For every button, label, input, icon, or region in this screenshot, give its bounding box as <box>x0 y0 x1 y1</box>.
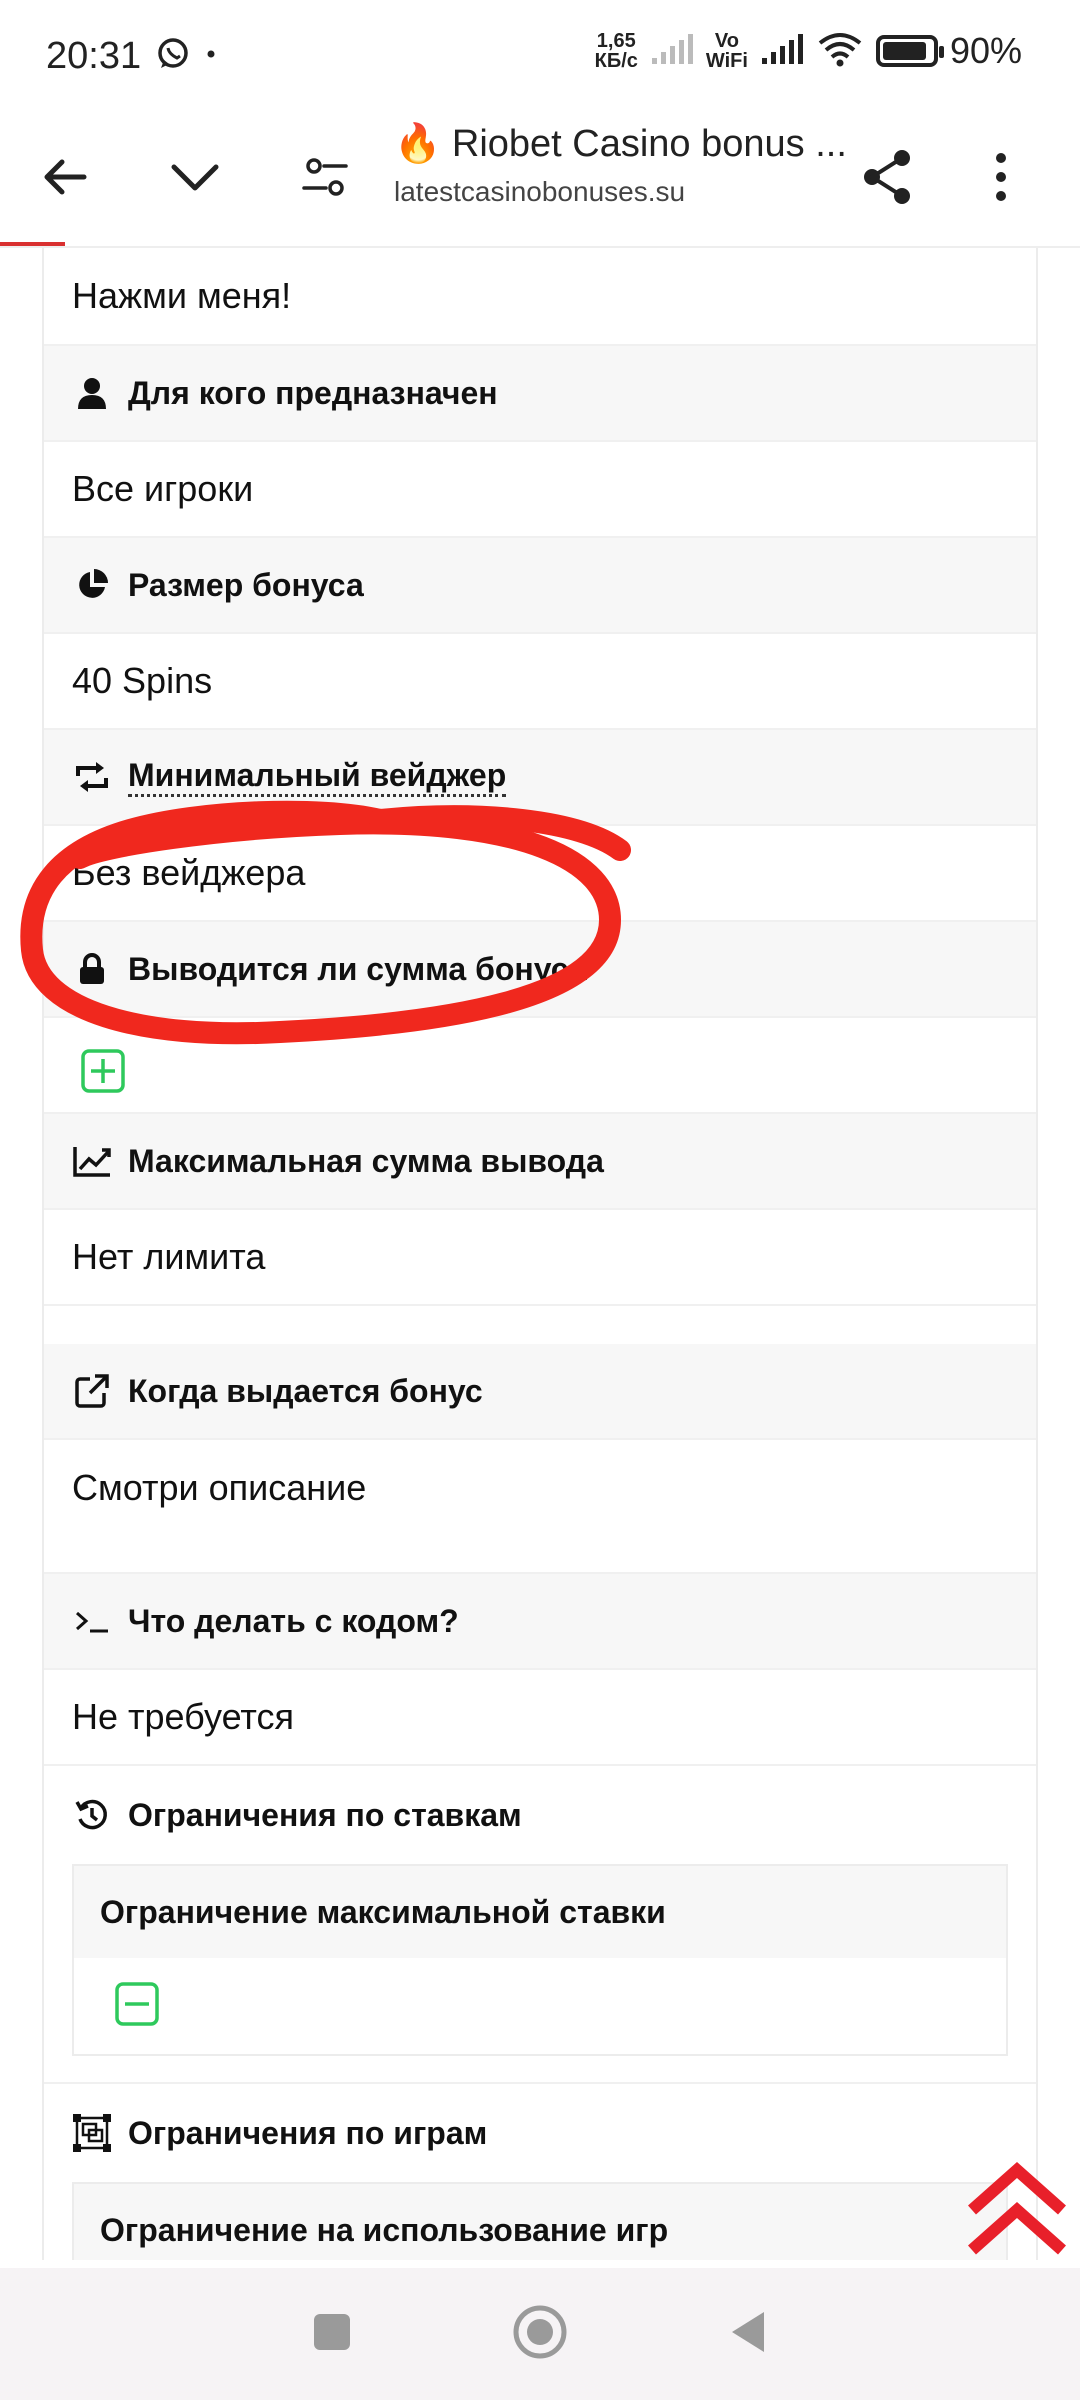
pie-chart-icon <box>72 565 112 605</box>
net-speed-value: 1,65 <box>596 30 636 52</box>
press-me-button[interactable]: Нажми меня! <box>44 248 1036 346</box>
section-heading-audience: Для кого предназначен <box>44 346 1036 442</box>
spacer <box>44 1536 1036 1574</box>
section-heading-label: Максимальная сумма вывода <box>128 1142 604 1179</box>
object-group-icon <box>72 2113 112 2153</box>
vowifi-label: Vo WiFi <box>706 31 748 71</box>
battery-icon <box>875 35 944 67</box>
chevron-down-icon[interactable] <box>140 122 250 232</box>
page-title: 🔥 Riobet Casino bonus ... <box>394 123 847 165</box>
terminal-icon <box>72 1601 112 1641</box>
bet-limit-heading-label: Ограничение максимальной ставки <box>100 1893 666 1930</box>
status-time: 20:31 <box>46 34 142 77</box>
bonus-details-card: Нажми меня! Для кого предназначен Все иг… <box>42 248 1038 2260</box>
status-bar: 20:31 1,65 КБ/с Vo WiFi 90% <box>0 0 1080 112</box>
section-value-when-issued: Смотри описание <box>44 1440 1036 1536</box>
minus-square-icon <box>114 1981 160 2032</box>
scroll-to-top-button[interactable] <box>962 2160 1072 2260</box>
browser-toolbar: 🔥 Riobet Casino bonus ... latestcasinobo… <box>0 112 1080 242</box>
back-arrow-icon[interactable] <box>10 122 120 232</box>
section-heading-withdrawable: Выводится ли сумма бонуса <box>44 922 1036 1018</box>
system-nav-bar <box>0 2268 1080 2400</box>
section-heading-label: Размер бонуса <box>128 566 364 603</box>
bet-limit-value <box>74 1958 1006 2054</box>
wifi-icon <box>816 31 864 72</box>
user-icon <box>72 373 112 413</box>
external-link-icon <box>72 1371 112 1411</box>
section-heading-bonus-size: Размер бонуса <box>44 538 1036 634</box>
lock-icon <box>72 949 112 989</box>
section-heading-label: Выводится ли сумма бонуса <box>128 950 587 987</box>
tune-icon[interactable] <box>270 122 380 232</box>
whatsapp-icon <box>155 36 191 77</box>
more-vert-icon[interactable] <box>946 122 1056 232</box>
section-heading-max-withdrawal: Максимальная сумма вывода <box>44 1114 1036 1210</box>
share-icon[interactable] <box>832 122 942 232</box>
double-chevron-up-icon <box>968 2161 1066 2255</box>
section-heading-label: Когда выдается бонус <box>128 1372 483 1409</box>
history-icon <box>72 1795 112 1835</box>
net-speed-unit: КБ/с <box>594 50 638 72</box>
game-limit-heading: Ограничение на использование игр <box>74 2184 1006 2260</box>
section-value-label: 40 Spins <box>72 660 213 701</box>
signal-icon <box>760 32 804 71</box>
section-value-label: Все игроки <box>72 468 254 509</box>
bet-limit-box: Ограничение максимальной ставки <box>72 1864 1008 2056</box>
signal-icon <box>650 32 694 71</box>
game-limit-box: Ограничение на использование игр <box>72 2182 1008 2260</box>
recent-apps-icon[interactable] <box>312 2312 352 2357</box>
section-value-label: Без вейджера <box>72 852 306 893</box>
section-heading-label: Для кого предназначен <box>128 374 498 411</box>
section-heading-code: Что делать с кодом? <box>44 1574 1036 1670</box>
plus-square-icon <box>80 1048 126 1103</box>
vowifi-bottom: WiFi <box>705 50 748 72</box>
back-icon[interactable] <box>728 2310 768 2359</box>
battery-percent: 90% <box>949 30 1022 71</box>
section-heading-bet-limits: Ограничения по ставкам <box>44 1766 1036 1864</box>
net-speed: 1,65 КБ/с <box>595 31 638 71</box>
bet-limit-heading: Ограничение максимальной ставки <box>74 1866 1006 1958</box>
tab-title-area[interactable]: 🔥 Riobet Casino bonus ... latestcasinobo… <box>394 122 864 208</box>
section-value-label: Смотри описание <box>72 1467 367 1508</box>
home-icon[interactable] <box>512 2304 568 2365</box>
section-value-min-wager: Без вейджера <box>44 826 1036 922</box>
section-heading-label: Ограничения по ставкам <box>128 1796 522 1833</box>
section-value-max-withdrawal: Нет лимита <box>44 1210 1036 1306</box>
section-heading-when-issued: Когда выдается бонус <box>44 1344 1036 1440</box>
section-value-label: Не требуется <box>72 1696 294 1737</box>
battery-fill <box>882 42 926 60</box>
line-chart-icon <box>72 1141 112 1181</box>
section-heading-min-wager: Минимальный вейджер <box>44 730 1036 826</box>
page-url: latestcasinobonuses.su <box>394 176 686 207</box>
notification-dot <box>205 47 217 65</box>
section-heading-label: Что делать с кодом? <box>128 1602 459 1639</box>
section-heading-label[interactable]: Минимальный вейджер <box>128 757 507 797</box>
retweet-icon <box>72 757 112 797</box>
section-heading-label: Ограничения по играм <box>128 2114 488 2151</box>
spacer <box>44 2056 1036 2084</box>
vowifi-top: Vo <box>714 30 739 52</box>
press-me-label: Нажми меня! <box>72 275 292 316</box>
section-heading-game-limits: Ограничения по играм <box>44 2084 1036 2182</box>
section-value-label: Нет лимита <box>72 1236 266 1277</box>
section-value-audience: Все игроки <box>44 442 1036 538</box>
game-limit-heading-label: Ограничение на использование игр <box>100 2211 669 2248</box>
section-value-withdrawable <box>44 1018 1036 1114</box>
section-value-bonus-size: 40 Spins <box>44 634 1036 730</box>
section-value-code: Не требуется <box>44 1670 1036 1766</box>
